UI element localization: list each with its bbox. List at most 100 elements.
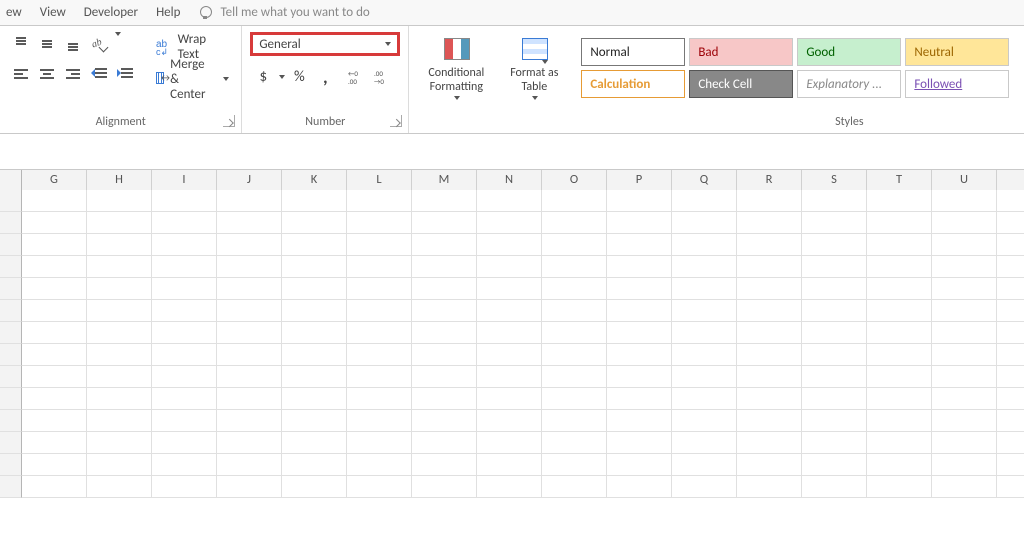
cell[interactable] (87, 366, 152, 388)
alignment-dialog-launcher[interactable] (223, 115, 235, 127)
cell[interactable] (737, 212, 802, 234)
cell[interactable] (87, 256, 152, 278)
cell[interactable] (672, 366, 737, 388)
cell[interactable] (867, 234, 932, 256)
cell[interactable] (22, 234, 87, 256)
cell[interactable] (217, 454, 282, 476)
cell[interactable] (867, 344, 932, 366)
cell[interactable] (412, 300, 477, 322)
row-header[interactable] (0, 410, 22, 432)
grid-rows[interactable] (0, 190, 1024, 498)
cell[interactable] (607, 388, 672, 410)
cell[interactable] (802, 366, 867, 388)
cell[interactable] (672, 410, 737, 432)
cell[interactable] (22, 322, 87, 344)
cell[interactable] (932, 322, 997, 344)
cell[interactable] (217, 432, 282, 454)
row-header[interactable] (0, 300, 22, 322)
column-header[interactable]: M (412, 170, 477, 190)
cell[interactable] (932, 410, 997, 432)
cell[interactable] (932, 366, 997, 388)
cell[interactable] (867, 476, 932, 498)
cell[interactable] (997, 322, 1024, 344)
cell[interactable] (217, 256, 282, 278)
orientation-button[interactable] (88, 33, 110, 55)
cell[interactable] (152, 366, 217, 388)
column-header[interactable]: O (542, 170, 607, 190)
cell[interactable] (282, 432, 347, 454)
align-left-button[interactable] (10, 63, 32, 85)
cell[interactable] (932, 476, 997, 498)
cell[interactable] (347, 454, 412, 476)
cell[interactable] (997, 388, 1024, 410)
cell[interactable] (347, 212, 412, 234)
comma-style-button[interactable]: , (312, 64, 338, 90)
cell[interactable] (737, 388, 802, 410)
cell[interactable] (347, 388, 412, 410)
increase-decimal-button[interactable]: ←0.00 (344, 64, 370, 90)
cell[interactable] (607, 190, 672, 212)
cell[interactable] (477, 454, 542, 476)
cell[interactable] (542, 432, 607, 454)
cell[interactable] (412, 278, 477, 300)
cell[interactable] (542, 454, 607, 476)
cell[interactable] (672, 388, 737, 410)
cell[interactable] (607, 300, 672, 322)
row-header[interactable] (0, 476, 22, 498)
cell[interactable] (217, 322, 282, 344)
cell[interactable] (737, 366, 802, 388)
cell[interactable] (152, 388, 217, 410)
cell[interactable] (607, 366, 672, 388)
cell[interactable] (802, 388, 867, 410)
cell[interactable] (997, 212, 1024, 234)
cell[interactable] (217, 344, 282, 366)
cell[interactable] (87, 344, 152, 366)
increase-indent-button[interactable] (114, 63, 136, 85)
cell[interactable] (347, 410, 412, 432)
cell[interactable] (87, 300, 152, 322)
cell[interactable] (412, 388, 477, 410)
column-header[interactable]: K (282, 170, 347, 190)
menu-item-partial[interactable]: ew (6, 5, 22, 20)
cell[interactable] (932, 300, 997, 322)
cell[interactable] (282, 212, 347, 234)
cell[interactable] (607, 432, 672, 454)
cell[interactable] (152, 344, 217, 366)
cell[interactable] (607, 410, 672, 432)
cell[interactable] (737, 344, 802, 366)
cell[interactable] (672, 454, 737, 476)
cell[interactable] (607, 322, 672, 344)
cell[interactable] (282, 454, 347, 476)
column-header[interactable]: U (932, 170, 997, 190)
cell[interactable] (542, 300, 607, 322)
format-as-table-button[interactable]: Format as Table (495, 32, 573, 100)
cell[interactable] (412, 366, 477, 388)
cell[interactable] (347, 190, 412, 212)
cell[interactable] (217, 190, 282, 212)
cell[interactable] (152, 322, 217, 344)
cell[interactable] (347, 344, 412, 366)
cell[interactable] (542, 234, 607, 256)
cell[interactable] (802, 476, 867, 498)
align-center-button[interactable] (36, 63, 58, 85)
cell[interactable] (672, 322, 737, 344)
cell[interactable] (22, 300, 87, 322)
cell[interactable] (412, 432, 477, 454)
cell[interactable] (217, 388, 282, 410)
cell[interactable] (22, 410, 87, 432)
orientation-dropdown[interactable] (112, 32, 122, 56)
select-all-corner[interactable] (0, 170, 22, 190)
cell[interactable] (477, 432, 542, 454)
cell[interactable] (282, 388, 347, 410)
style-calculation[interactable]: Calculation (581, 70, 685, 98)
cell[interactable] (607, 278, 672, 300)
cell[interactable] (997, 234, 1024, 256)
cell[interactable] (282, 476, 347, 498)
cell[interactable] (282, 300, 347, 322)
cell[interactable] (282, 278, 347, 300)
row-header[interactable] (0, 234, 22, 256)
menu-item-help[interactable]: Help (156, 5, 180, 20)
row-header[interactable] (0, 432, 22, 454)
cell[interactable] (802, 300, 867, 322)
cell[interactable] (347, 278, 412, 300)
